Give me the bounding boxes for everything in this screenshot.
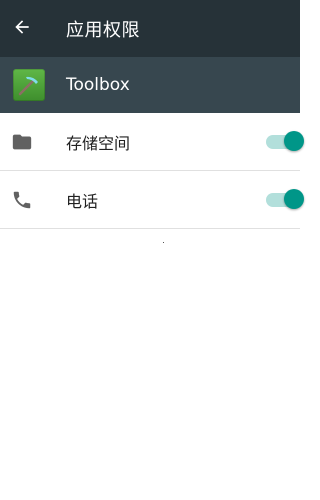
permission-row-phone[interactable]: 电话 bbox=[0, 171, 304, 229]
permission-label: 存储空间 bbox=[66, 133, 131, 153]
app-info-header: Toolbox bbox=[0, 57, 300, 113]
stray-dot bbox=[163, 242, 164, 243]
app-permissions-screen: 应用权限 Toolbox 存储空间 电话 bbox=[0, 0, 304, 500]
back-button[interactable] bbox=[0, 0, 44, 57]
app-name: Toolbox bbox=[66, 75, 130, 95]
permission-row-storage[interactable]: 存储空间 bbox=[0, 113, 304, 171]
folder-icon bbox=[4, 124, 40, 160]
page-title: 应用权限 bbox=[66, 19, 140, 41]
phone-permission-toggle[interactable] bbox=[266, 189, 308, 209]
app-bar: 应用权限 bbox=[0, 0, 300, 57]
toggle-thumb bbox=[284, 131, 304, 151]
phone-icon bbox=[4, 182, 40, 218]
permission-label: 电话 bbox=[66, 191, 99, 211]
toggle-thumb bbox=[284, 189, 304, 209]
arrow-back-icon bbox=[12, 17, 32, 41]
toolbox-pickaxe-icon bbox=[13, 69, 45, 101]
storage-permission-toggle[interactable] bbox=[266, 131, 308, 151]
